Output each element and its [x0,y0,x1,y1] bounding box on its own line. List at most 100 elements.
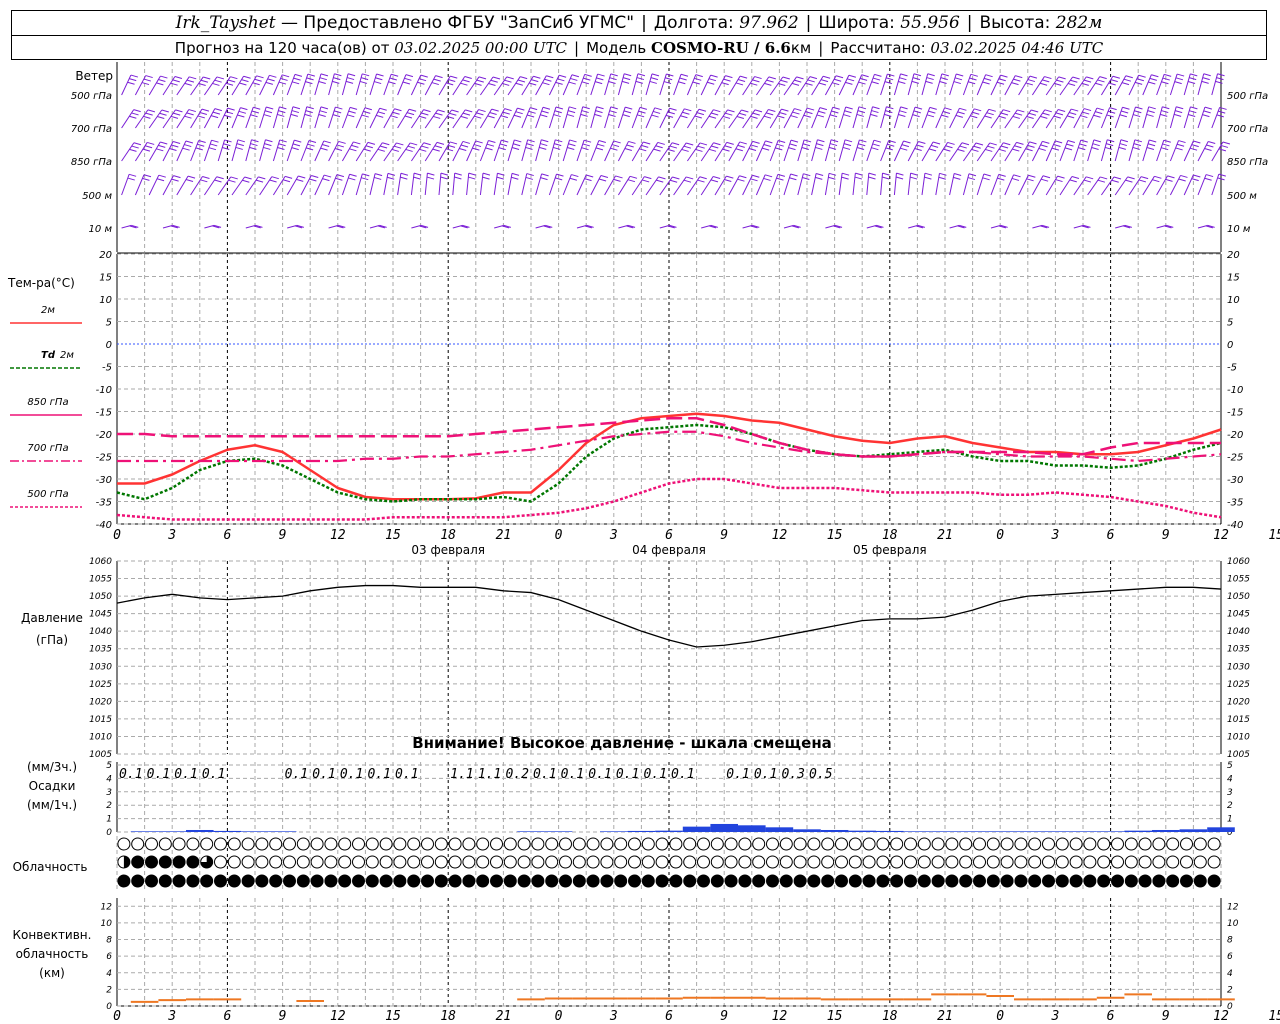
wind-barb [383,173,389,196]
wind-barb-flag [1132,146,1140,150]
cloud-symbol [738,874,752,888]
cloud-symbol [310,874,324,888]
cloud-symbol [338,855,352,869]
wind-barb-flag [974,108,982,112]
wind-barb-flag [1161,110,1169,114]
wind-barb-flag [290,113,298,117]
wind-barb-flag [868,176,876,180]
wind-barb [355,73,363,96]
wind-barb-flag [1178,140,1186,144]
wind-barb-flag [803,139,812,143]
wind-barb [1045,76,1060,96]
wind-barb-flag [986,112,994,116]
wind-barb [1142,106,1150,129]
wind-barb [1183,73,1191,96]
wind-barb-flag [683,179,692,183]
wind-barb-flag [1071,108,1079,112]
wind-barb [341,107,351,129]
wind-barb [272,74,283,96]
wind-barb-flag [1058,76,1066,80]
wind-barb-flag [230,176,238,180]
wind-barb-flag [789,143,797,147]
wind-barb-flag [1091,147,1099,150]
wind-barb [1087,107,1098,129]
cloud-symbol [862,837,876,851]
temp-y-tick-left: 5 [106,318,112,329]
wind-barb-flag [626,144,634,148]
pressure-title: Давление [21,611,83,625]
wind-barb-flag [972,111,980,115]
wind-barb-flag [686,142,694,146]
wind-barb-flag [625,106,633,110]
wind-barb-flag [322,144,330,148]
wind-barb-flag [201,108,210,112]
wind-barb-flag [735,82,744,86]
cloud-symbol [269,855,283,869]
cloud-symbol [269,874,283,888]
precip-bar [655,830,683,832]
wind-barb-flag [361,114,369,118]
wind-barb-flag [842,146,851,150]
wind-barb-flag [1028,112,1037,116]
wind-barb-flag [1218,110,1226,114]
wind-barb-flag [794,108,802,112]
wind-barb-flag [305,147,314,151]
wind-barb [134,174,145,196]
wind-barb-flag [725,75,733,79]
wind-barb-flag [338,140,346,144]
wind-barb-flag [815,176,823,180]
pressure-y-tick-left: 1010 [89,732,112,742]
wind-barb-flag [1178,178,1186,182]
wind-barb-flag [374,176,382,180]
wind-barb-flag [242,179,250,183]
cloud-symbol [1014,874,1028,888]
wind-barb-flag [956,73,964,77]
wind-barb-flag [848,74,857,78]
pressure-y-tick-right: 1050 [1227,592,1250,602]
wind-barb-flag [665,77,673,81]
wind-barb [397,108,410,129]
wind-barb-flag [898,80,906,84]
cloud-symbol [241,855,255,869]
wind-barb [521,173,528,196]
wind-barb [1211,107,1221,129]
wind-barb-flag [426,176,435,180]
cloud-symbol [407,837,421,851]
conv-x-tick: 6 [1107,1009,1115,1024]
wind-barb-flag [789,177,797,181]
wind-barb [1087,176,1101,196]
wind-barb-flag [975,142,984,146]
wind-barb [162,141,174,162]
wind-barb-flag [1193,174,1201,178]
wind-barb [728,75,741,96]
wind-barb-flag [240,107,248,111]
cloud-symbol [214,874,227,888]
wind-barb-flag [624,73,632,77]
wind-barb-flag [1190,106,1198,110]
wind-barb [397,142,411,162]
wind-barb-flag [805,111,813,115]
cloud-symbol [683,837,697,851]
conv-y-tick-right: 10 [1227,919,1239,929]
wind-barb-flag [363,148,371,152]
cloud-symbol [1138,837,1152,851]
wind-barb-flag [957,111,965,115]
wind-barb-flag [464,76,472,80]
wind-barb-flag [764,82,772,86]
wind-barb [742,175,753,196]
wind-barb [949,173,955,196]
cloud-symbol [959,855,973,869]
wind-barb [755,109,769,129]
wind-barb-flag [1083,179,1092,183]
wind-barb-flag [349,148,357,152]
wind-barb-flag [845,106,853,110]
wind-barb [976,173,985,196]
temp-y-tick-right: 20 [1227,250,1240,261]
wind-barb-flag [686,176,694,180]
wind-barb-flag [413,176,421,180]
wind-barb-flag [694,115,702,119]
wind-barb-flag [334,147,343,151]
day-label: 03 февраля [411,543,485,557]
cloud-symbol [945,855,959,869]
wind-level-label-left: 700 гПа [71,124,112,135]
